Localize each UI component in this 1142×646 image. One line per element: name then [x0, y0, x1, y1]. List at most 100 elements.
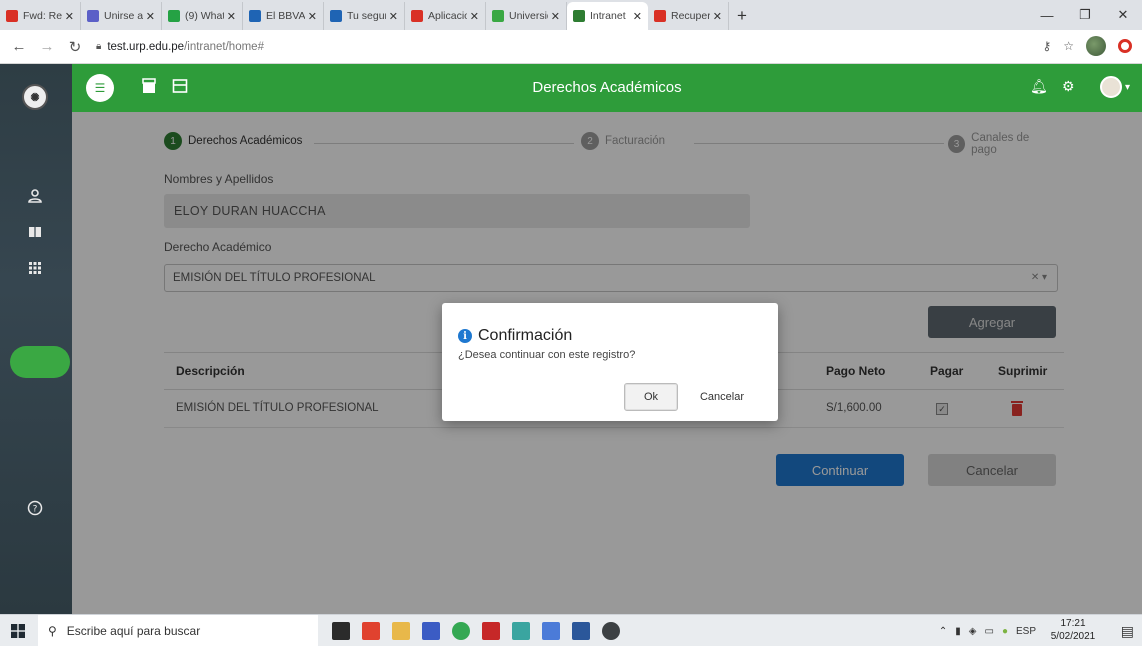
key-icon[interactable]: ⚷ — [1042, 39, 1051, 53]
close-tab-icon[interactable]: ✕ — [227, 10, 236, 23]
notifications-icon[interactable]: ▤ — [1121, 623, 1134, 640]
dialog-ok-button[interactable]: Ok — [624, 383, 678, 411]
back-icon[interactable]: ← — [8, 36, 30, 58]
info-icon: i — [458, 329, 472, 343]
user-icon[interactable] — [26, 188, 44, 206]
windows-start-icon[interactable] — [0, 615, 36, 646]
browser-tab-label: Recuperac — [671, 10, 710, 22]
system-tray: ⌃ ▮ ◈ ▭ ● ESP — [939, 615, 1036, 646]
browser-tab-label: (9) WhatsAp — [185, 10, 224, 22]
bbva-icon — [330, 10, 342, 22]
clock-time: 17:21 — [1060, 618, 1086, 629]
network-icon[interactable]: ▭ — [984, 626, 993, 637]
task-view-icon[interactable] — [332, 622, 350, 640]
app-icon[interactable] — [512, 622, 530, 640]
user-avatar-menu[interactable]: ▾ — [1099, 76, 1130, 98]
dialog-title: i Confirmación — [458, 327, 572, 345]
browser-tab[interactable]: Tu segurid✕ — [324, 2, 405, 30]
book-icon[interactable] — [26, 224, 44, 242]
browser-tab-strip: Fwd: Revisi✕Unirse a la✕(9) WhatsAp✕El B… — [0, 0, 1142, 30]
dialog-message: ¿Desea continuar con este registro? — [458, 349, 636, 361]
word-icon[interactable] — [572, 622, 590, 640]
window-controls: — ❐ ✕ — [1028, 0, 1142, 30]
browser-tab[interactable]: Fwd: Revisi✕ — [0, 2, 81, 30]
minimize-icon[interactable]: — — [1028, 0, 1066, 30]
browser-tab[interactable]: El BBVA te✕ — [243, 2, 324, 30]
browser-tab[interactable]: (9) WhatsAp✕ — [162, 2, 243, 30]
browser-tab-label: Aplicacion — [428, 10, 467, 22]
app-icon — [411, 10, 423, 22]
clock[interactable]: 17:21 5/02/2021 — [1048, 617, 1098, 643]
new-tab-button[interactable]: + — [729, 2, 755, 30]
bbva-icon — [249, 10, 261, 22]
language-indicator[interactable]: ESP — [1016, 626, 1036, 637]
lock-icon: 🔒︎ — [96, 41, 102, 52]
sidebar-active-indicator[interactable] — [10, 346, 70, 378]
close-tab-icon[interactable]: ✕ — [713, 10, 722, 23]
url-field[interactable]: 🔒︎ test.urp.edu.pe/intranet/home# — [96, 41, 264, 53]
browser-tab[interactable]: Aplicacion✕ — [405, 2, 486, 30]
file-explorer-icon[interactable] — [392, 622, 410, 640]
close-icon[interactable]: ✕ — [1104, 0, 1142, 30]
close-tab-icon[interactable]: ✕ — [470, 10, 479, 23]
taskbar-search-placeholder: Escribe aquí para buscar — [66, 624, 201, 638]
browser-tab-label: El BBVA te — [266, 10, 305, 22]
sidebar: ✺ ? — [0, 64, 72, 614]
university-logo-icon[interactable]: ✺ — [22, 84, 48, 110]
browser-tab[interactable]: Universida✕ — [486, 2, 567, 30]
url-path: /intranet/home# — [184, 40, 264, 53]
chrome-icon[interactable] — [452, 622, 470, 640]
browser-tab-label: Tu segurid — [347, 10, 386, 22]
reload-icon[interactable]: ↻ — [64, 36, 86, 58]
browser-tab-label: Unirse a la — [104, 10, 143, 22]
close-tab-icon[interactable]: ✕ — [633, 10, 642, 23]
battery-icon[interactable]: ▮ — [955, 626, 961, 637]
notifications-bell-icon[interactable]: 🔔︎ — [1030, 78, 1048, 95]
app-icon[interactable] — [542, 622, 560, 640]
help-icon[interactable]: ? — [26, 500, 44, 518]
maximize-icon[interactable]: ❐ — [1066, 0, 1104, 30]
svg-text:?: ? — [33, 505, 38, 515]
app-icon[interactable] — [422, 622, 440, 640]
app-icon[interactable] — [602, 622, 620, 640]
close-tab-icon[interactable]: ✕ — [65, 10, 74, 23]
teams-icon — [87, 10, 99, 22]
search-icon: ⚲ — [48, 624, 57, 638]
urp-icon — [573, 10, 585, 22]
gmail-icon — [654, 10, 666, 22]
urp-icon — [492, 10, 504, 22]
dialog-cancel-button[interactable]: Cancelar — [688, 383, 756, 411]
anydesk-icon[interactable] — [362, 622, 380, 640]
extension-avatar-icon[interactable] — [1086, 36, 1106, 56]
app-tray-icon[interactable]: ● — [1002, 626, 1008, 637]
app-header: ☰ Derechos Académicos 🔔︎ ⚙ ▾ — [72, 64, 1142, 112]
chevron-up-icon[interactable]: ⌃ — [939, 626, 947, 637]
chevron-down-icon: ▾ — [1124, 81, 1130, 93]
taskbar-search[interactable]: ⚲ Escribe aquí para buscar — [38, 615, 318, 646]
dialog-title-text: Confirmación — [478, 327, 573, 344]
close-tab-icon[interactable]: ✕ — [551, 10, 560, 23]
forward-icon[interactable]: → — [36, 36, 58, 58]
browser-tab[interactable]: Unirse a la✕ — [81, 2, 162, 30]
settings-gear-icon[interactable]: ⚙ — [1062, 78, 1075, 95]
address-bar: ← → ↻ 🔒︎ test.urp.edu.pe/intranet/home# … — [0, 30, 1142, 64]
browser-tab-label: Intranet — [590, 10, 626, 22]
clock-date: 5/02/2021 — [1050, 631, 1096, 642]
confirmation-dialog: i Confirmación ¿Desea continuar con este… — [442, 303, 778, 421]
browser-tab[interactable]: Intranet ✕ — [567, 2, 648, 30]
app-icon[interactable] — [482, 622, 500, 640]
close-tab-icon[interactable]: ✕ — [308, 10, 317, 23]
dropbox-icon[interactable]: ◈ — [969, 626, 977, 637]
whatsapp-icon — [168, 10, 180, 22]
browser-tab-label: Fwd: Revisi — [23, 10, 62, 22]
avatar — [1099, 76, 1122, 98]
url-host: test.urp.edu.pe — [107, 40, 185, 53]
browser-tab[interactable]: Recuperac✕ — [648, 2, 729, 30]
os-taskbar: ⚲ Escribe aquí para buscar ⌃ ▮ ◈ ▭ ● ESP… — [0, 614, 1142, 646]
opera-icon[interactable] — [1118, 39, 1132, 53]
star-icon[interactable]: ☆ — [1063, 39, 1074, 53]
close-tab-icon[interactable]: ✕ — [389, 10, 398, 23]
close-tab-icon[interactable]: ✕ — [146, 10, 155, 23]
apps-grid-icon[interactable] — [26, 260, 44, 278]
gmail-icon — [6, 10, 18, 22]
